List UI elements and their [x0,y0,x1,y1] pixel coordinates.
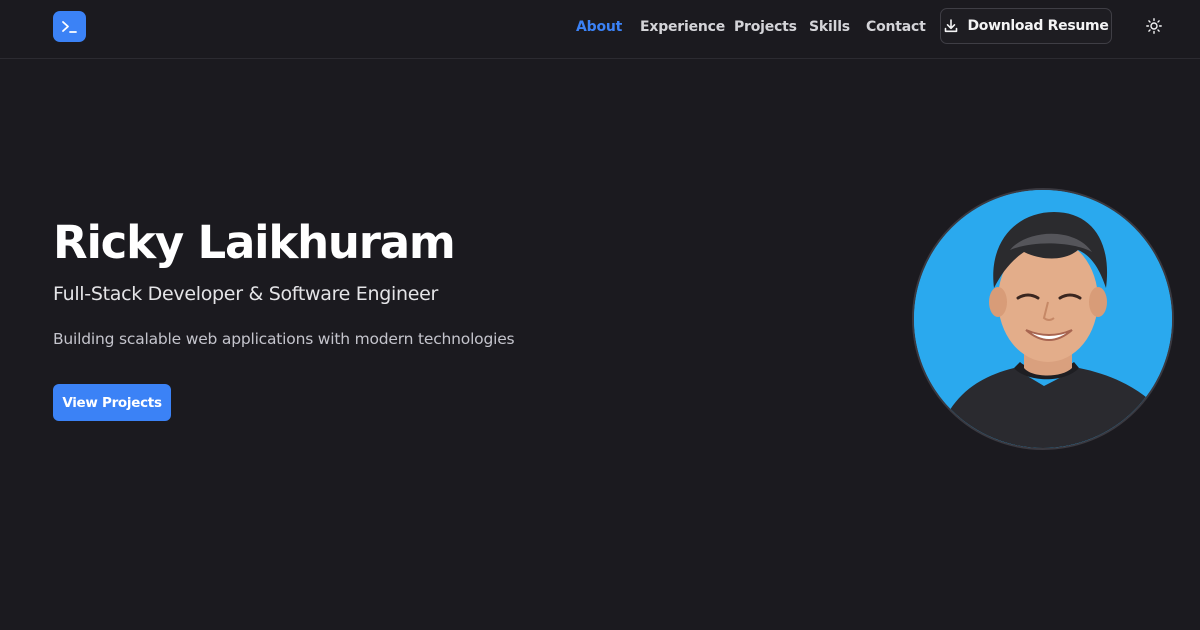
hero-role: Full-Stack Developer & Software Engineer [53,283,439,305]
nav-link-experience[interactable]: Experience [640,19,725,35]
profile-photo-icon [914,190,1172,448]
download-icon [945,19,958,33]
nav-link-projects[interactable]: Projects [734,19,797,35]
nav-link-contact[interactable]: Contact [866,19,926,35]
download-resume-button[interactable]: Download Resume [940,8,1112,44]
terminal-logo-icon[interactable] [53,11,86,42]
hero-tagline: Building scalable web applications with … [53,330,515,348]
theme-toggle-button[interactable] [1140,12,1168,40]
terminal-icon [61,20,77,33]
nav-link-about[interactable]: About [576,19,622,35]
top-navbar: About Experience Projects Skills Contact… [0,0,1200,59]
nav-link-skills[interactable]: Skills [809,19,850,35]
sun-icon [1146,18,1162,34]
view-projects-button[interactable]: View Projects [53,384,171,421]
profile-avatar [912,188,1174,450]
hero-name: Ricky Laikhuram [53,216,456,269]
download-resume-label: Download Resume [967,18,1109,34]
